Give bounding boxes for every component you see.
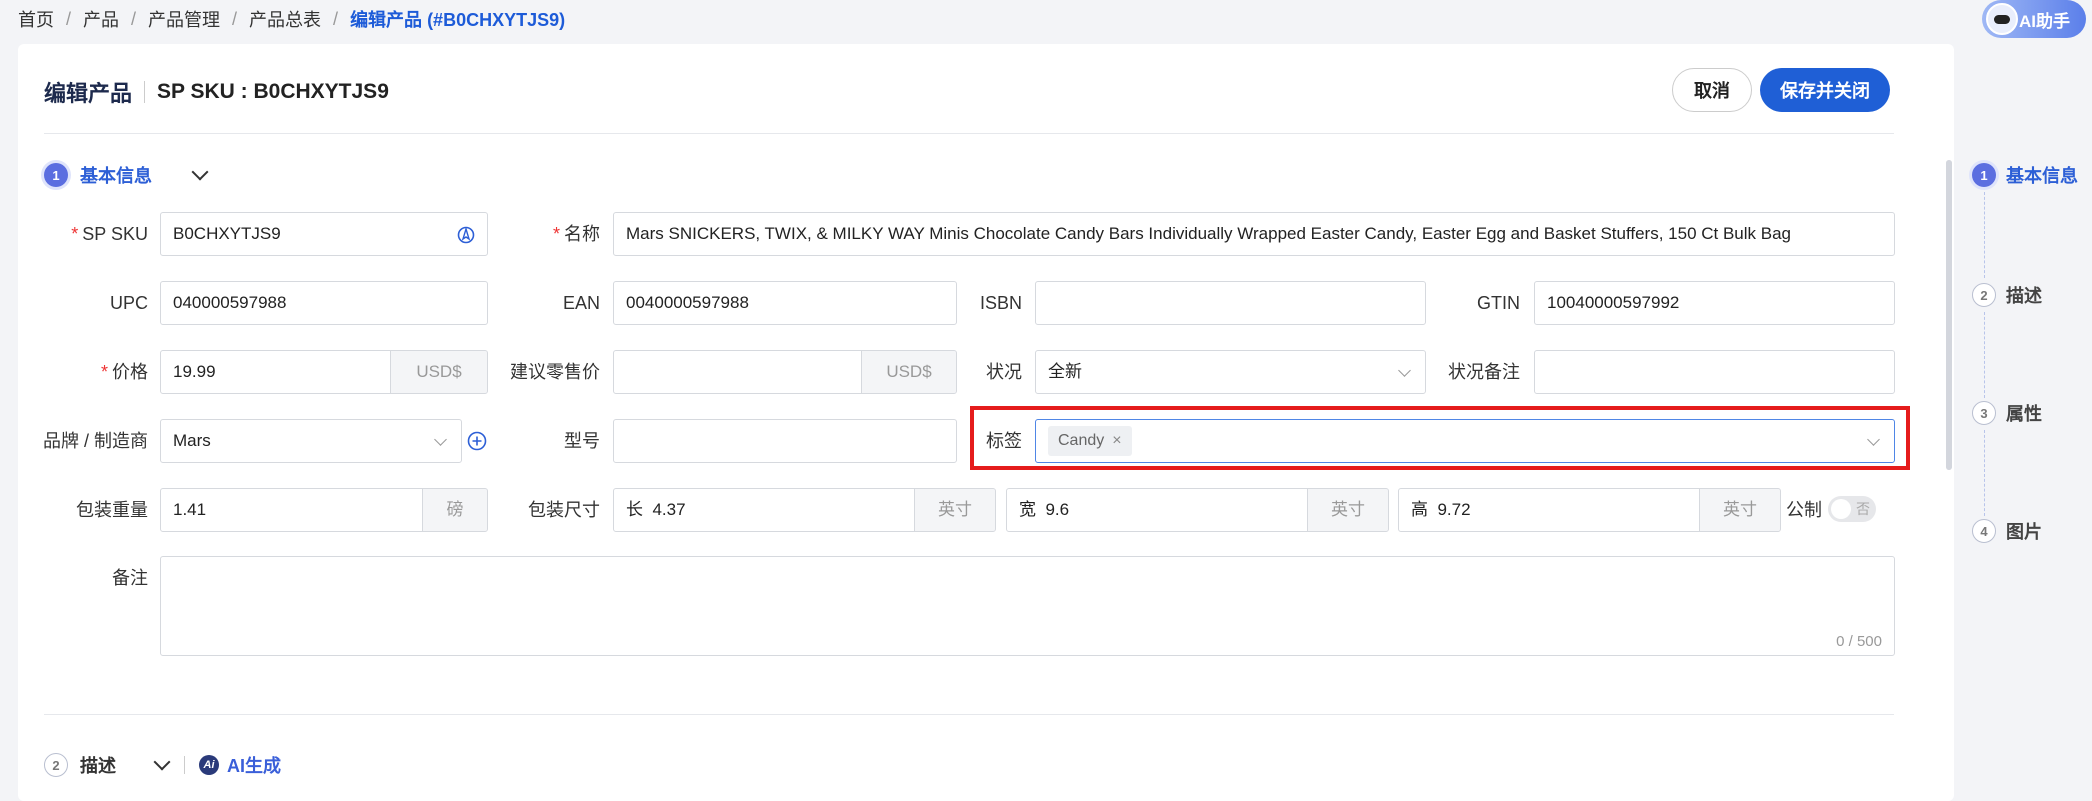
weight-input[interactable]: 1.41 磅 bbox=[160, 488, 488, 532]
divider bbox=[184, 756, 185, 774]
width-input[interactable]: 宽 9.6 英寸 bbox=[1006, 488, 1389, 532]
model-input[interactable] bbox=[613, 419, 957, 463]
chevron-down-icon bbox=[434, 433, 447, 446]
notes-label: 备注 bbox=[112, 568, 148, 588]
breadcrumb-sep: / bbox=[131, 8, 137, 29]
nav-item-images[interactable]: 4 图片 bbox=[1972, 518, 2042, 544]
brand-label: 品牌 / 制造商 bbox=[42, 431, 148, 451]
isbn-input[interactable] bbox=[1035, 281, 1426, 325]
section-divider bbox=[44, 714, 1894, 715]
weight-unit: 磅 bbox=[422, 489, 487, 531]
sp-sku-input[interactable]: B0CHXYTJS9 bbox=[160, 212, 488, 256]
nav-scrollbar[interactable] bbox=[1946, 160, 1952, 470]
ai-icon: Ai bbox=[199, 755, 219, 775]
breadcrumb-home[interactable]: 首页 bbox=[18, 6, 54, 32]
gtin-input[interactable]: 10040000597992 bbox=[1534, 281, 1895, 325]
upc-input[interactable]: 040000597988 bbox=[160, 281, 488, 325]
breadcrumb-product-list[interactable]: 产品总表 bbox=[249, 6, 321, 32]
model-label: 型号 bbox=[564, 431, 600, 451]
upc-label: UPC bbox=[109, 293, 148, 313]
condition-label: 状况 bbox=[986, 362, 1022, 382]
condition-note-label: 状况备注 bbox=[1448, 362, 1520, 382]
header-divider bbox=[44, 133, 1894, 134]
price-input[interactable]: 19.99 USD$ bbox=[160, 350, 488, 394]
nav-item-basic-info[interactable]: 1 基本信息 bbox=[1972, 162, 2078, 188]
highlight-box bbox=[970, 406, 1910, 470]
msrp-label: 建议零售价 bbox=[510, 362, 600, 382]
cancel-button[interactable]: 取消 bbox=[1672, 68, 1752, 112]
title-divider bbox=[144, 81, 146, 103]
condition-note-input[interactable] bbox=[1534, 350, 1895, 394]
metric-label: 公制 bbox=[1786, 500, 1822, 520]
nav-connector bbox=[1984, 312, 1985, 398]
ai-generate-button[interactable]: Ai AI生成 bbox=[199, 752, 281, 778]
compass-icon[interactable] bbox=[457, 226, 475, 244]
metric-toggle[interactable]: 否 bbox=[1828, 496, 1876, 522]
height-input[interactable]: 高 9.72 英寸 bbox=[1398, 488, 1781, 532]
page-title-text: 编辑产品 bbox=[44, 81, 133, 106]
breadcrumb-sep: / bbox=[232, 8, 238, 29]
weight-label: 包装重量 bbox=[76, 500, 148, 520]
nav-connector bbox=[1984, 192, 1985, 278]
notes-counter: 0 / 500 bbox=[1836, 633, 1882, 650]
step-number: 2 bbox=[44, 753, 68, 777]
isbn-label: ISBN bbox=[979, 293, 1022, 313]
section-title: 基本信息 bbox=[80, 166, 152, 186]
nav-item-attributes[interactable]: 3 属性 bbox=[1972, 400, 2042, 426]
ai-assistant-button[interactable]: AI助手 bbox=[1982, 0, 2086, 38]
msrp-unit: USD$ bbox=[861, 351, 956, 393]
nav-connector bbox=[1984, 430, 1985, 516]
breadcrumb-current: 编辑产品 (#B0CHXYTJS9) bbox=[350, 10, 566, 30]
gtin-label: GTIN bbox=[1477, 293, 1520, 313]
section-description[interactable]: 2 描述 Ai AI生成 bbox=[44, 752, 281, 778]
length-input[interactable]: 长 4.37 英寸 bbox=[613, 488, 996, 532]
section-title: 描述 bbox=[80, 756, 116, 776]
width-unit: 英寸 bbox=[1307, 489, 1388, 531]
add-brand-icon[interactable] bbox=[467, 431, 487, 451]
breadcrumb-product[interactable]: 产品 bbox=[83, 6, 119, 32]
name-label: * 名称 bbox=[552, 224, 600, 244]
step-number: 1 bbox=[44, 163, 68, 187]
section-basic-info[interactable]: 1 基本信息 bbox=[44, 162, 209, 188]
chevron-down-icon[interactable] bbox=[153, 753, 171, 771]
page-sku: SP SKU : B0CHXYTJS9 bbox=[157, 80, 389, 103]
ean-input[interactable]: 0040000597988 bbox=[613, 281, 957, 325]
length-unit: 英寸 bbox=[914, 489, 995, 531]
condition-select[interactable]: 全新 bbox=[1035, 350, 1426, 394]
nav-item-description[interactable]: 2 描述 bbox=[1972, 282, 2042, 308]
height-unit: 英寸 bbox=[1699, 489, 1780, 531]
breadcrumb: 首页 / 产品 / 产品管理 / 产品总表 / 编辑产品 (#B0CHXYTJS9) bbox=[18, 6, 565, 32]
breadcrumb-sep: / bbox=[66, 8, 72, 29]
save-close-button[interactable]: 保存并关闭 bbox=[1760, 68, 1890, 112]
robot-icon bbox=[1986, 3, 2018, 35]
dims-label: 包装尺寸 bbox=[528, 500, 600, 520]
price-unit: USD$ bbox=[390, 351, 487, 393]
chevron-down-icon[interactable] bbox=[191, 163, 209, 181]
notes-textarea[interactable]: 0 / 500 bbox=[160, 556, 1895, 656]
page-title: 编辑产品 SP SKU : B0CHXYTJS9 bbox=[44, 76, 389, 108]
ean-label: EAN bbox=[562, 293, 600, 313]
breadcrumb-sep: / bbox=[333, 8, 339, 29]
breadcrumb-product-mgmt[interactable]: 产品管理 bbox=[148, 6, 220, 32]
chevron-down-icon bbox=[1398, 364, 1411, 377]
ai-assistant-label: AI助手 bbox=[2019, 11, 2070, 31]
price-label: * 价格 bbox=[100, 362, 148, 382]
sp-sku-label: * SP SKU bbox=[71, 224, 148, 244]
msrp-input[interactable]: USD$ bbox=[613, 350, 957, 394]
name-input[interactable]: Mars SNICKERS, TWIX, & MILKY WAY Minis C… bbox=[613, 212, 1895, 256]
brand-select[interactable]: Mars bbox=[160, 419, 462, 463]
